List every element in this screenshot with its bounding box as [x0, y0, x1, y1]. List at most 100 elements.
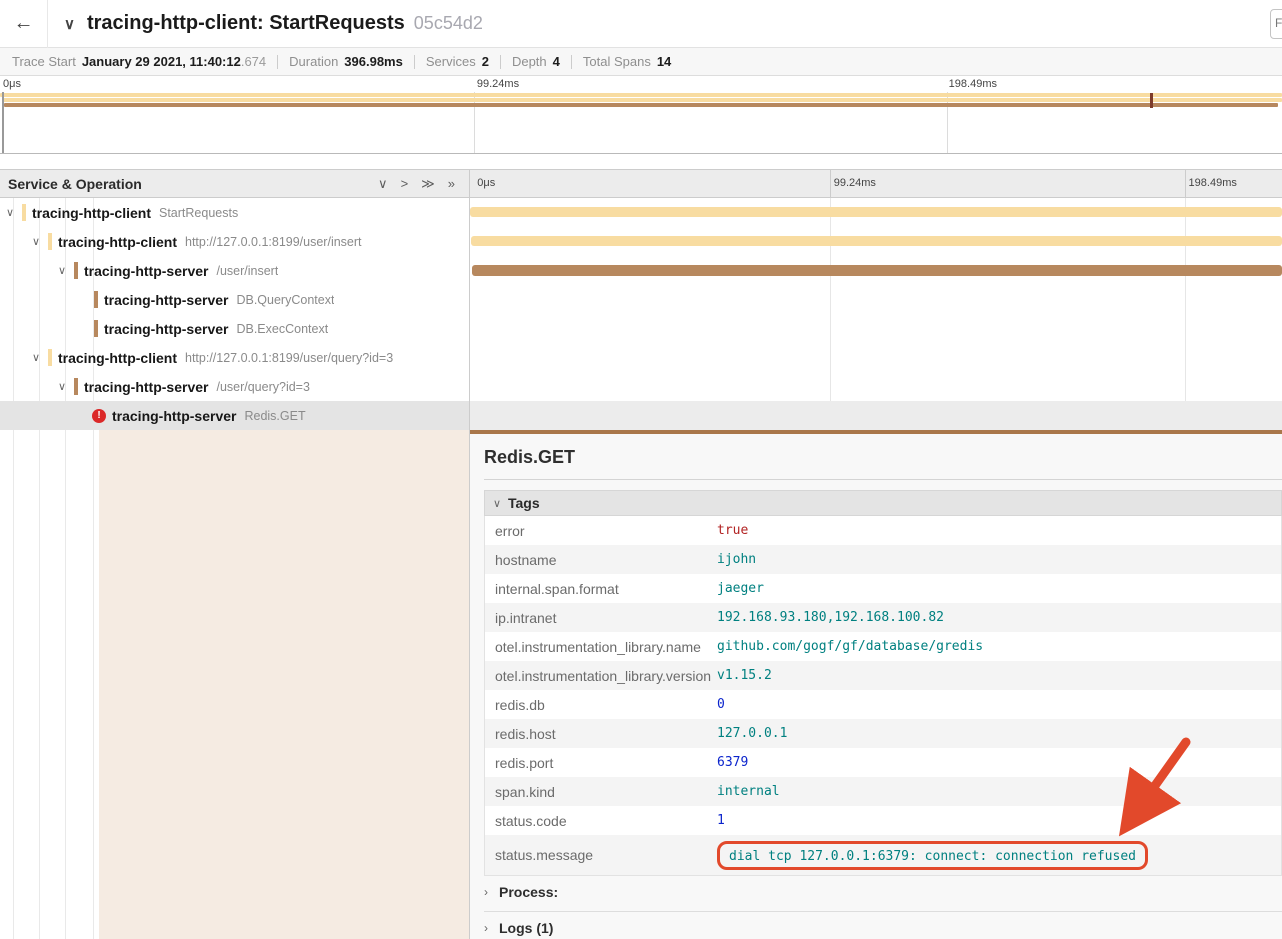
process-accordion-header[interactable]: › Process:	[484, 876, 1282, 908]
expand-one-icon[interactable]: >	[401, 176, 409, 192]
tag-key: error	[485, 523, 717, 539]
span-bar-start-requests[interactable]	[470, 207, 1282, 217]
page-title: tracing-http-client: StartRequests	[87, 12, 405, 35]
tag-key: span.kind	[485, 784, 717, 800]
span-row-redis-get[interactable]: ! tracing-http-server Redis.GET	[0, 401, 469, 430]
expand-all-icon[interactable]: »	[448, 176, 455, 192]
minimap-tick-labels: 0μs 99.24ms 198.49ms	[0, 76, 1282, 92]
span-detail-panel: Redis.GET ∨ Tags error true hostname ijo…	[470, 430, 1282, 939]
duration-value: 396.98ms	[344, 54, 403, 69]
span-row-db-querycontext[interactable]: tracing-http-server DB.QueryContext	[0, 285, 469, 314]
span-row-db-execcontext[interactable]: tracing-http-server DB.ExecContext	[0, 314, 469, 343]
tags-accordion-header[interactable]: ∨ Tags	[484, 490, 1282, 516]
minimap-tick: 0μs	[3, 78, 21, 90]
timeline-column	[470, 198, 1282, 430]
back-button[interactable]: ←	[0, 0, 48, 48]
jaeger-trace-page: ← ∨ tracing-http-client: StartRequests 0…	[0, 0, 1282, 939]
collapse-controls: ∨ > ≫ »	[378, 176, 469, 192]
process-label: Process:	[499, 884, 558, 900]
search-input-partial[interactable]: F	[1270, 9, 1282, 39]
span-rows: ∨ tracing-http-client StartRequests ∨ tr…	[0, 198, 1282, 430]
span-color-strip	[74, 262, 78, 279]
tag-value: internal	[717, 784, 780, 799]
duration-label: Duration	[289, 54, 338, 69]
page-header: ← ∨ tracing-http-client: StartRequests 0…	[0, 0, 1282, 48]
tag-row: redis.db 0	[485, 690, 1281, 719]
trace-summary-bar: Trace Start January 29 2021, 11:40:12.67…	[0, 48, 1282, 76]
chevron-down-icon: ∨	[493, 497, 508, 510]
indent-guide	[65, 430, 66, 939]
span-service: tracing-http-server	[104, 321, 228, 337]
chevron-down-icon[interactable]: ∨	[6, 206, 20, 219]
span-row-start-requests[interactable]: ∨ tracing-http-client StartRequests	[0, 198, 469, 227]
span-row-user-insert-client[interactable]: ∨ tracing-http-client http://127.0.0.1:8…	[0, 227, 469, 256]
tag-row: span.kind internal	[485, 777, 1281, 806]
tag-row: hostname ijohn	[485, 545, 1281, 574]
span-bar-user-insert-server[interactable]	[472, 265, 1282, 276]
span-row-user-query-client[interactable]: ∨ tracing-http-client http://127.0.0.1:8…	[0, 343, 469, 372]
services-label: Services	[426, 54, 476, 69]
tag-key: status.code	[485, 813, 717, 829]
services-value: 2	[482, 54, 489, 69]
timeline-tick: 0μs	[473, 177, 495, 189]
span-row-user-insert-server[interactable]: ∨ tracing-http-server /user/insert	[0, 256, 469, 285]
viewport-scrubber-handle[interactable]	[2, 92, 4, 153]
chevron-down-icon[interactable]: ∨	[32, 351, 46, 364]
minimap-tick: 198.49ms	[949, 78, 997, 90]
span-operation: /user/insert	[216, 264, 278, 278]
span-service: tracing-http-client	[58, 350, 177, 366]
back-arrow-icon: ←	[14, 12, 34, 35]
detail-left-column	[0, 430, 470, 939]
tag-key: ip.intranet	[485, 610, 717, 626]
tag-row-status-message: status.message dial tcp 127.0.0.1:6379: …	[485, 835, 1281, 875]
chevron-down-icon[interactable]: ∨	[32, 235, 46, 248]
timeline-row[interactable]	[470, 227, 1282, 256]
logs-accordion-header[interactable]: › Logs (1)	[484, 911, 1282, 939]
span-color-strip	[22, 204, 26, 221]
timeline-row[interactable]	[470, 256, 1282, 285]
tag-key: otel.instrumentation_library.name	[485, 639, 717, 655]
chevron-down-icon[interactable]: ∨	[58, 264, 72, 277]
span-row-user-query-server[interactable]: ∨ tracing-http-server /user/query?id=3	[0, 372, 469, 401]
tag-key: redis.host	[485, 726, 717, 742]
timeline-header-ticks: 0μs 99.24ms 198.49ms	[470, 170, 1282, 197]
chevron-down-icon[interactable]: ∨	[58, 380, 72, 393]
minimap-error-span-mark	[1150, 93, 1153, 108]
tag-row: error true	[485, 516, 1281, 545]
collapse-one-icon[interactable]: ∨	[378, 176, 388, 192]
span-bar-user-insert-client[interactable]	[471, 236, 1282, 246]
timeline-row[interactable]	[470, 285, 1282, 314]
timeline-header-left: Service & Operation ∨ > ≫ »	[0, 170, 470, 197]
tag-key: redis.port	[485, 755, 717, 771]
tag-key: internal.span.format	[485, 581, 717, 597]
tag-value: 127.0.0.1	[717, 726, 787, 741]
span-service: tracing-http-server	[104, 292, 228, 308]
error-icon: !	[92, 409, 106, 423]
logs-label: Logs (1)	[499, 920, 553, 936]
span-service: tracing-http-server	[84, 263, 208, 279]
tag-row: otel.instrumentation_library.name github…	[485, 632, 1281, 661]
tag-row: otel.instrumentation_library.version v1.…	[485, 661, 1281, 690]
span-operation: Redis.GET	[244, 409, 305, 423]
trace-collapse-icon[interactable]: ∨	[64, 15, 75, 33]
timeline-header-row: Service & Operation ∨ > ≫ » 0μs 99.24ms …	[0, 169, 1282, 198]
trace-id: 05c54d2	[414, 13, 483, 34]
minimap-scrub-area[interactable]	[0, 92, 1282, 153]
span-color-strip	[74, 378, 78, 395]
timeline-row[interactable]	[470, 343, 1282, 372]
trace-start-value: January 29 2021, 11:40:12.674	[82, 54, 266, 69]
tag-key: redis.db	[485, 697, 717, 713]
collapse-all-icon[interactable]: ≫	[421, 176, 435, 192]
depth-label: Depth	[512, 54, 547, 69]
total-spans-label: Total Spans	[583, 54, 651, 69]
timeline-row[interactable]	[470, 314, 1282, 343]
timeline-row[interactable]	[470, 198, 1282, 227]
timeline-row-selected[interactable]	[470, 401, 1282, 430]
annotation-highlight-box: dial tcp 127.0.0.1:6379: connect: connec…	[717, 841, 1148, 870]
tag-value: 6379	[717, 755, 748, 770]
tag-value: 1	[717, 813, 725, 828]
timeline-row[interactable]	[470, 372, 1282, 401]
trace-start-label: Trace Start	[12, 54, 76, 69]
depth-value: 4	[553, 54, 560, 69]
span-name-column: ∨ tracing-http-client StartRequests ∨ tr…	[0, 198, 470, 430]
